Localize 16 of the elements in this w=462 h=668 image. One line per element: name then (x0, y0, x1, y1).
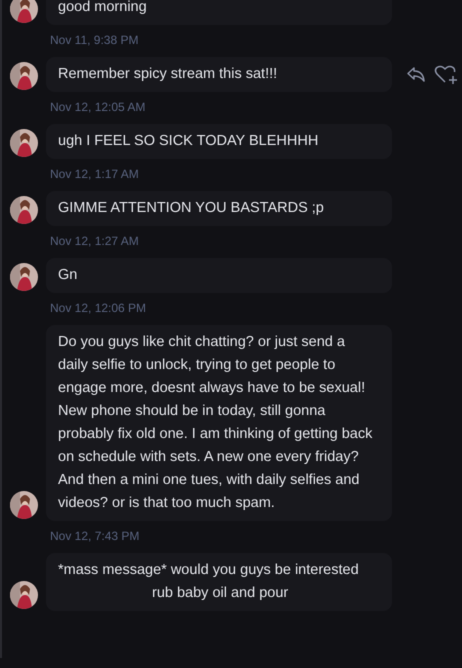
message-time: Nov 11, 9:38 PM (50, 33, 140, 47)
message-bubble: GIMME ATTENTION YOU BASTARDS ;p (46, 191, 392, 226)
message-bubble: Remember spicy stream this sat!!! (46, 57, 392, 92)
message-bubble: good morning (46, 0, 392, 25)
message-time: Nov 12, 1:17 AM (50, 167, 140, 181)
message-time: Nov 12, 12:06 PM (50, 301, 148, 315)
message-bubble: Do you guys like chit chatting? or just send a daily selfie to unlock, trying to get people to engage more, doesnt always have to be sexual! New phone should be in today, still gonna probably fix old one. I am thinking of getting back on schedule with sets. A new one every friday? And then a mini one tues, with daily selfies and videos? or is that too much spam. (46, 325, 392, 521)
heart-plus-icon[interactable] (434, 64, 458, 84)
message-bubble: ugh I FEEL SO SICK TODAY BLEHHHH (46, 124, 392, 159)
message-time: Nov 12, 7:43 PM (50, 529, 140, 543)
message-text: *mass message* would you guys be interested (58, 561, 360, 580)
message-time: Nov 12, 1:27 AM (50, 234, 140, 248)
reply-icon[interactable] (406, 64, 426, 82)
message-bubble: Gn (46, 258, 392, 293)
message-text: rub baby oil and pour (151, 584, 290, 603)
message-time: Nov 12, 12:05 AM (50, 100, 146, 114)
